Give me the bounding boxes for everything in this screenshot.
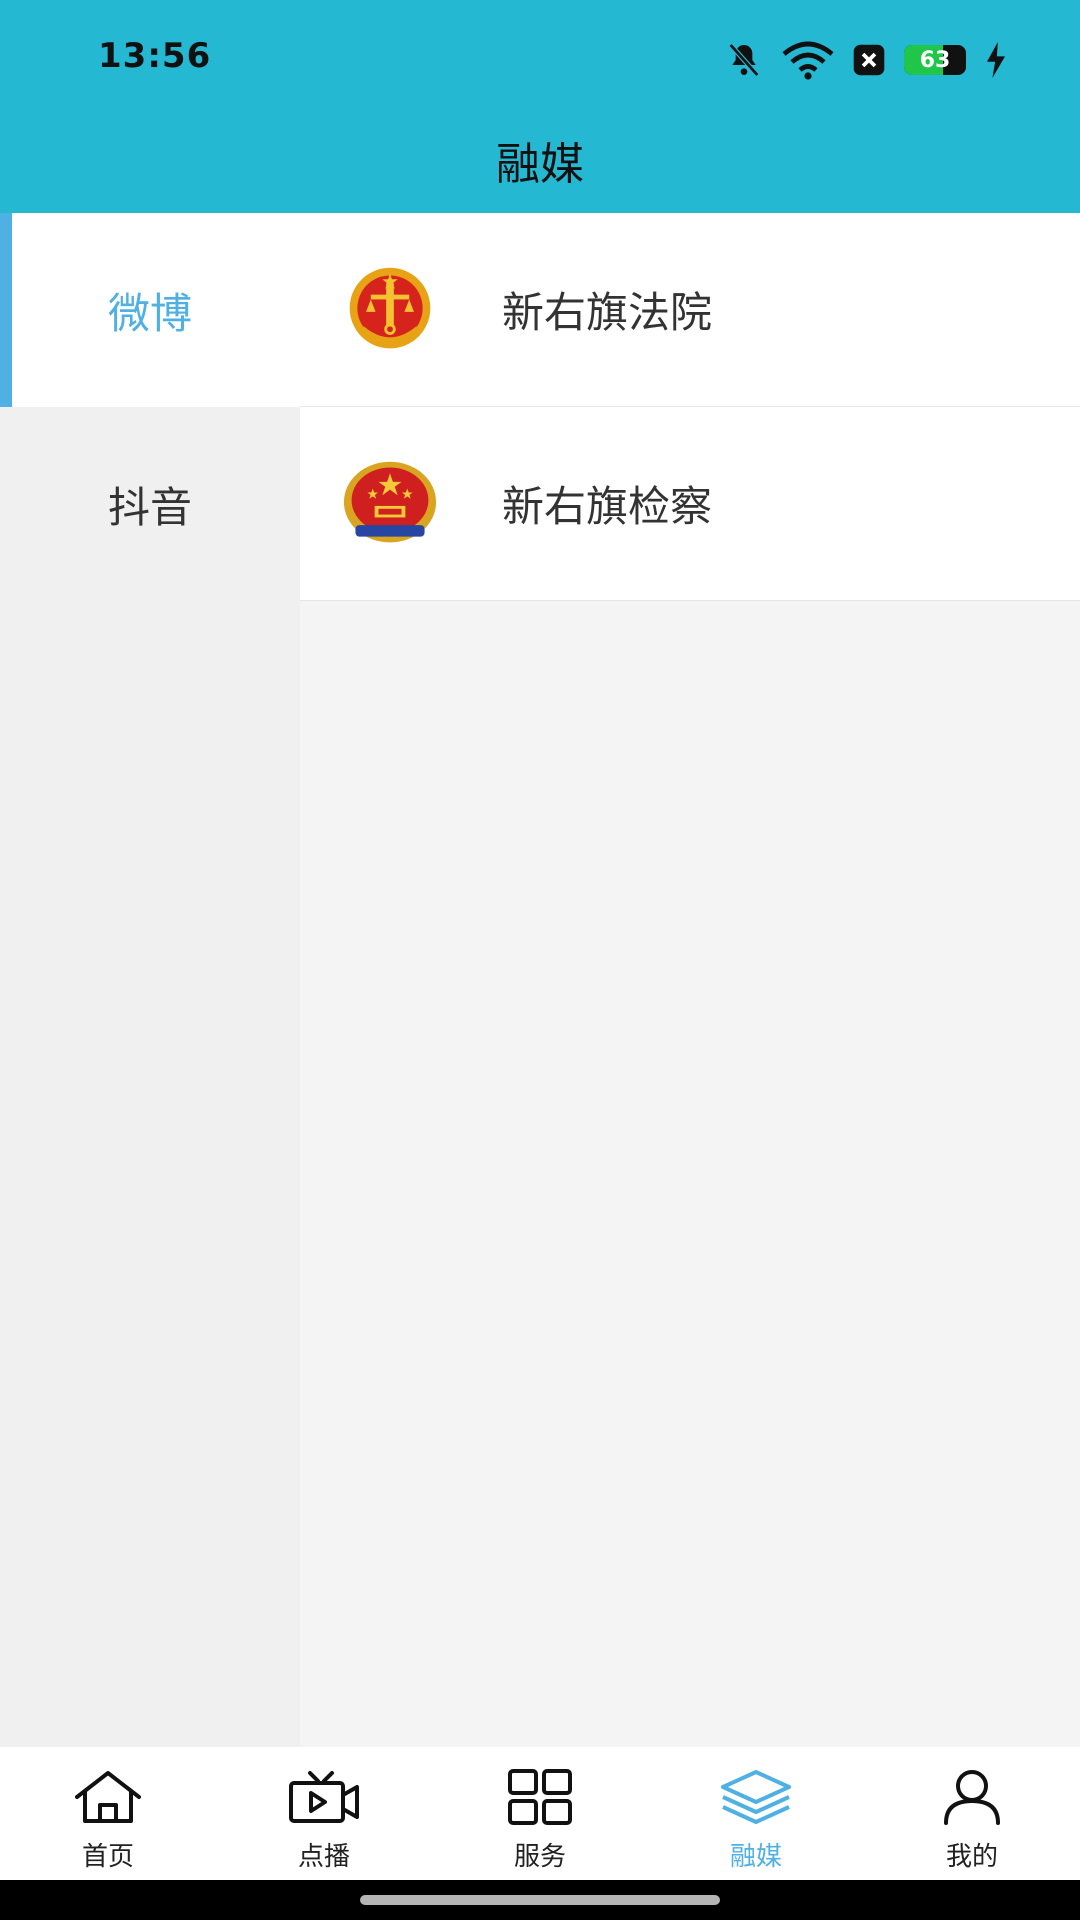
nav-services[interactable]: 服务 — [432, 1747, 648, 1880]
close-box-icon — [852, 43, 886, 77]
nav-label: 融媒 — [729, 1842, 782, 1872]
app-screen: 13:56 63 融媒 微博 抖音 新右旗法院 新右旗检察 首页 点播 服务 融… — [0, 0, 1080, 1920]
list-item-court[interactable]: 新右旗法院 — [300, 213, 1080, 407]
nav-label: 我的 — [945, 1842, 998, 1872]
page-title: 融媒 — [496, 139, 584, 190]
active-indicator — [0, 213, 12, 407]
account-name: 新右旗法院 — [502, 288, 713, 337]
charging-icon — [984, 42, 1008, 78]
nav-label: 服务 — [513, 1842, 566, 1872]
battery-level: 63 — [919, 47, 951, 73]
user-icon — [942, 1764, 1002, 1830]
account-name: 新右旗检察 — [502, 482, 713, 531]
home-icon — [73, 1764, 143, 1830]
list-item-procuratorate[interactable]: 新右旗检察 — [300, 407, 1080, 601]
nav-home[interactable]: 首页 — [0, 1747, 216, 1880]
video-tv-icon — [288, 1764, 360, 1830]
layers-icon — [719, 1764, 793, 1830]
sidebar-item-label: 抖音 — [107, 482, 192, 532]
category-sidebar: 微博 抖音 — [0, 213, 300, 1747]
court-emblem-icon — [340, 260, 440, 360]
battery-icon: 63 — [904, 45, 966, 75]
bell-off-icon — [724, 40, 764, 80]
status-icons: 63 — [724, 38, 1008, 82]
procuratorate-emblem-icon — [340, 454, 440, 554]
nav-media[interactable]: 融媒 — [648, 1747, 864, 1880]
home-indicator[interactable] — [360, 1895, 720, 1905]
grid-icon — [507, 1764, 573, 1830]
gesture-area — [0, 1880, 1080, 1920]
wifi-icon — [782, 40, 834, 80]
nav-profile[interactable]: 我的 — [864, 1747, 1080, 1880]
sidebar-item-douyin[interactable]: 抖音 — [0, 407, 300, 601]
nav-label: 点播 — [297, 1842, 350, 1872]
media-account-list: 新右旗法院 新右旗检察 — [300, 213, 1080, 1747]
nav-vod[interactable]: 点播 — [216, 1747, 432, 1880]
top-bar: 13:56 63 融媒 — [0, 0, 1080, 213]
sidebar-item-label: 微博 — [107, 288, 192, 338]
bottom-nav: 首页 点播 服务 融媒 我的 — [0, 1747, 1080, 1880]
nav-label: 首页 — [81, 1842, 134, 1872]
status-time: 13:56 — [98, 36, 212, 76]
sidebar-item-weibo[interactable]: 微博 — [0, 213, 300, 407]
